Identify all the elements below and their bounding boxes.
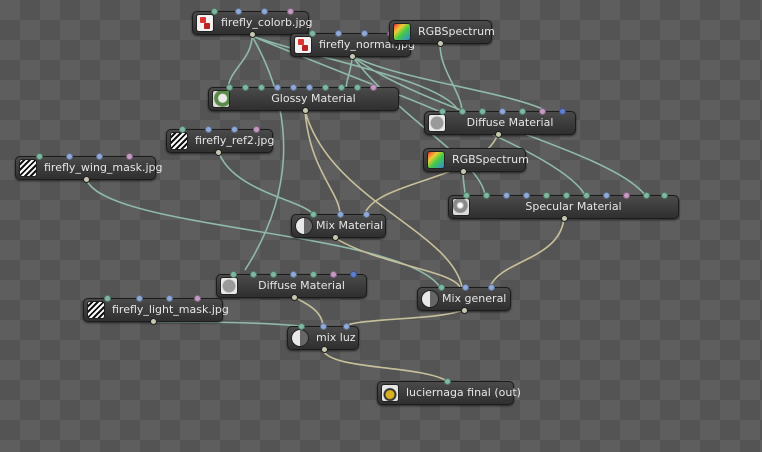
node-label: firefly_ref2.jpg xyxy=(195,134,275,147)
glossy-material-icon xyxy=(212,90,230,108)
node-label: Diffuse Material xyxy=(258,279,345,292)
node-diffuse-material-1[interactable]: Diffuse Material xyxy=(424,108,576,138)
wire-ref2-mix xyxy=(217,149,313,214)
output-socket[interactable] xyxy=(291,294,298,301)
mix-material-icon xyxy=(291,329,309,347)
node-label: luciernaga final (out) xyxy=(406,386,521,399)
node-label: firefly_colorb.jpg xyxy=(221,16,313,29)
mix-material-icon xyxy=(421,290,439,308)
node-mix-luz[interactable]: mix luz xyxy=(287,323,359,353)
output-socket[interactable] xyxy=(332,234,339,241)
output-socket[interactable] xyxy=(249,31,256,38)
node-label: Mix Material xyxy=(316,219,384,232)
node-label: firefly_light_mask.jpg xyxy=(112,303,229,316)
node-luciernaga-final-out[interactable]: luciernaga final (out) xyxy=(377,378,521,405)
output-socket[interactable] xyxy=(150,318,157,325)
input-socket[interactable] xyxy=(439,108,446,115)
output-socket[interactable] xyxy=(215,149,222,156)
input-socket[interactable] xyxy=(36,153,43,160)
node-firefly-ref2[interactable]: firefly_ref2.jpg xyxy=(166,126,275,156)
output-icon xyxy=(381,384,399,402)
wire-glossy-mixgeneral xyxy=(304,110,463,288)
wire-colorb-glossy xyxy=(227,35,253,91)
float-texture-icon xyxy=(170,132,188,150)
wire-lightmask-mixluz xyxy=(151,321,301,327)
output-socket[interactable] xyxy=(461,307,468,314)
wire-diffuse2-mixluz xyxy=(291,295,324,327)
node-label: Glossy Material xyxy=(271,92,356,105)
image-texture-icon xyxy=(294,36,312,54)
input-socket[interactable] xyxy=(309,30,316,37)
node-label: firefly_wing_mask.jpg xyxy=(44,161,163,174)
rgb-spectrum-icon xyxy=(393,23,411,41)
node-glossy-material[interactable]: Glossy Material xyxy=(208,84,399,114)
node-firefly-light-mask[interactable]: firefly_light_mask.jpg xyxy=(83,295,229,325)
wire-specular-mixgeneral xyxy=(489,217,565,288)
node-mix-general[interactable]: Mix general xyxy=(417,284,511,314)
node-label: Diffuse Material xyxy=(466,116,554,129)
output-socket[interactable] xyxy=(561,215,568,222)
wire-normal-glossy xyxy=(345,55,353,91)
diffuse-material-icon xyxy=(220,277,238,295)
node-label: RGBSpectrum xyxy=(418,25,495,38)
float-texture-icon xyxy=(87,301,105,319)
output-socket[interactable] xyxy=(437,40,444,47)
input-socket[interactable] xyxy=(226,84,233,91)
output-socket[interactable] xyxy=(83,176,90,183)
input-socket[interactable] xyxy=(230,271,237,278)
specular-material-icon xyxy=(452,198,470,216)
node-firefly-colorb[interactable]: firefly_colorb.jpg xyxy=(192,8,313,38)
input-socket[interactable] xyxy=(104,295,111,302)
node-firefly-wing-mask[interactable]: firefly_wing_mask.jpg xyxy=(15,153,163,183)
output-socket[interactable] xyxy=(302,107,309,114)
output-socket[interactable] xyxy=(495,131,502,138)
node-specular-material[interactable]: Specular Material xyxy=(448,192,679,222)
mix-material-icon xyxy=(295,217,313,235)
output-socket[interactable] xyxy=(349,53,356,60)
wire-mixluz-out xyxy=(322,349,448,382)
node-diffuse-material-2[interactable]: Diffuse Material xyxy=(216,271,367,301)
output-socket[interactable] xyxy=(321,346,328,353)
node-rgb-spectrum-1[interactable]: RGBSpectrum xyxy=(389,20,495,47)
input-socket[interactable] xyxy=(298,323,305,330)
node-rgb-spectrum-2[interactable]: RGBSpectrum xyxy=(423,148,529,175)
wire-mixgeneral-mixluz xyxy=(344,309,464,327)
image-texture-icon xyxy=(196,14,214,32)
input-socket[interactable] xyxy=(463,192,470,199)
diffuse-material-icon xyxy=(428,114,446,132)
node-label: Specular Material xyxy=(525,200,622,213)
rgb-spectrum-icon xyxy=(427,151,445,169)
float-texture-icon xyxy=(19,159,37,177)
node-label: Mix general xyxy=(442,292,507,305)
input-socket[interactable] xyxy=(179,126,186,133)
node-mix-material[interactable]: Mix Material xyxy=(291,211,386,241)
input-socket[interactable] xyxy=(211,8,218,15)
wire-rgb1-diffuse1 xyxy=(439,43,463,111)
output-socket[interactable] xyxy=(460,168,467,175)
